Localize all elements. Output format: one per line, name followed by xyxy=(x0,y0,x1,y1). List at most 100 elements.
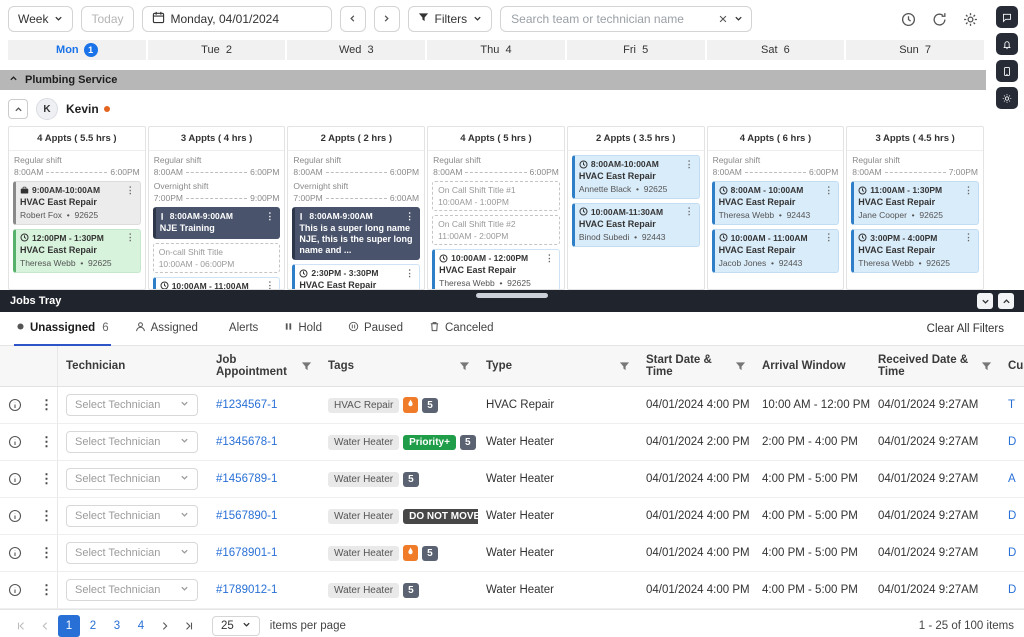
page-button-4[interactable]: 4 xyxy=(130,615,152,637)
customer-link[interactable]: D xyxy=(1008,510,1016,522)
job-appointment-link[interactable]: #1678901-1 xyxy=(216,547,277,559)
technician-select[interactable]: Select Technician xyxy=(66,542,198,564)
appointment-card[interactable]: 8:00AM-9:00AM⋮This is a super long name … xyxy=(292,207,420,260)
section-header-plumbing-service[interactable]: Plumbing Service xyxy=(0,70,986,90)
info-icon[interactable] xyxy=(8,398,22,412)
customer-link[interactable]: D xyxy=(1008,584,1016,596)
technician-select[interactable]: Select Technician xyxy=(66,505,198,527)
first-page-button[interactable] xyxy=(10,615,32,637)
settings-gear-icon[interactable] xyxy=(963,12,978,27)
technician-select[interactable]: Select Technician xyxy=(66,394,198,416)
appointment-card[interactable]: 10:00AM - 11:00AM⋮HVAC East RepairJacob … xyxy=(712,229,840,273)
on-call-shift-block[interactable]: On Call Shift Title #110:00AM - 1:00PM xyxy=(432,181,560,211)
device-icon[interactable] xyxy=(996,60,1018,82)
row-menu-icon[interactable]: ⋮ xyxy=(38,508,55,524)
page-button-3[interactable]: 3 xyxy=(106,615,128,637)
customer-link[interactable]: D xyxy=(1008,436,1016,448)
appointment-card[interactable]: 8:00AM-9:00AM⋮NJE Training xyxy=(153,207,281,239)
card-menu-icon[interactable]: ⋮ xyxy=(265,212,274,221)
on-call-shift-block[interactable]: On Call Shift Title #211:00AM - 2:00PM xyxy=(432,215,560,245)
last-page-button[interactable] xyxy=(178,615,200,637)
chat-icon[interactable] xyxy=(996,6,1018,28)
card-menu-icon[interactable]: ⋮ xyxy=(405,212,414,221)
customer-link[interactable]: T xyxy=(1008,399,1015,411)
row-menu-icon[interactable]: ⋮ xyxy=(38,434,55,450)
appointment-card[interactable]: 10:00AM-11:30AM⋮HVAC East RepairBinod Su… xyxy=(572,203,700,247)
job-appointment-link[interactable]: #1234567-1 xyxy=(216,399,277,411)
job-appointment-link[interactable]: #1567890-1 xyxy=(216,510,277,522)
customer-link[interactable]: D xyxy=(1008,547,1016,559)
appointment-card[interactable]: 11:00AM - 1:30PM⋮HVAC East RepairJane Co… xyxy=(851,181,979,225)
tab-hold[interactable]: Hold xyxy=(282,312,324,346)
filter-funnel-icon[interactable] xyxy=(981,361,992,372)
day-header-mon[interactable]: Mon1 xyxy=(8,40,146,60)
filter-funnel-icon[interactable] xyxy=(619,361,630,372)
row-menu-icon[interactable]: ⋮ xyxy=(38,582,55,598)
day-header-sun[interactable]: Sun 7 xyxy=(846,40,984,60)
card-menu-icon[interactable]: ⋮ xyxy=(126,233,135,242)
tray-expand-button[interactable] xyxy=(998,293,1014,309)
appointment-card[interactable]: 8:00AM - 10:00AM⋮HVAC East RepairTheresa… xyxy=(712,181,840,225)
filter-funnel-icon[interactable] xyxy=(301,361,312,372)
date-picker[interactable]: Monday, 04/01/2024 xyxy=(142,6,332,32)
theme-sun-icon[interactable] xyxy=(996,87,1018,109)
card-menu-icon[interactable]: ⋮ xyxy=(824,233,833,242)
prev-week-button[interactable] xyxy=(340,6,366,32)
today-button[interactable]: Today xyxy=(81,6,133,32)
card-menu-icon[interactable]: ⋮ xyxy=(265,281,274,290)
card-menu-icon[interactable]: ⋮ xyxy=(405,269,414,278)
card-menu-icon[interactable]: ⋮ xyxy=(545,254,554,263)
card-menu-icon[interactable]: ⋮ xyxy=(964,233,973,242)
card-menu-icon[interactable]: ⋮ xyxy=(964,186,973,195)
tab-paused[interactable]: Paused xyxy=(346,312,405,346)
tray-collapse-button[interactable] xyxy=(977,293,993,309)
appointment-card[interactable]: 3:00PM - 4:00PM⋮HVAC East RepairTheresa … xyxy=(851,229,979,273)
filters-button[interactable]: Filters xyxy=(408,6,493,32)
appointment-card[interactable]: 8:00AM-10:00AM⋮HVAC East RepairAnnette B… xyxy=(572,155,700,199)
refresh-icon[interactable] xyxy=(932,12,947,27)
job-appointment-link[interactable]: #1345678-1 xyxy=(216,436,277,448)
day-header-tue[interactable]: Tue 2 xyxy=(148,40,286,60)
info-icon[interactable] xyxy=(8,435,22,449)
collapse-technician-button[interactable] xyxy=(8,99,28,119)
search-input[interactable] xyxy=(509,11,712,27)
next-page-button[interactable] xyxy=(154,615,176,637)
notifications-bell-icon[interactable] xyxy=(996,33,1018,55)
info-icon[interactable] xyxy=(8,472,22,486)
page-button-2[interactable]: 2 xyxy=(82,615,104,637)
appointment-card[interactable]: 2:30PM - 3:30PM⋮HVAC East Repair xyxy=(292,264,420,290)
technician-select[interactable]: Select Technician xyxy=(66,579,198,601)
appointment-card[interactable]: 9:00AM-10:00AM⋮HVAC East RepairRobert Fo… xyxy=(13,181,141,225)
day-header-sat[interactable]: Sat 6 xyxy=(707,40,845,60)
row-menu-icon[interactable]: ⋮ xyxy=(38,397,55,413)
row-menu-icon[interactable]: ⋮ xyxy=(38,545,55,561)
card-menu-icon[interactable]: ⋮ xyxy=(685,160,694,169)
day-header-wed[interactable]: Wed 3 xyxy=(287,40,425,60)
technician-select[interactable]: Select Technician xyxy=(66,431,198,453)
page-size-select[interactable]: 25 xyxy=(212,616,260,636)
clear-all-filters-button[interactable]: Clear All Filters xyxy=(921,322,1010,336)
tab-unassigned[interactable]: Unassigned6 xyxy=(14,312,111,346)
history-clock-icon[interactable] xyxy=(901,12,916,27)
tab-assigned[interactable]: Assigned xyxy=(133,312,200,346)
card-menu-icon[interactable]: ⋮ xyxy=(824,186,833,195)
tab-alerts[interactable]: Alerts xyxy=(222,312,260,346)
technician-select[interactable]: Select Technician xyxy=(66,468,198,490)
info-icon[interactable] xyxy=(8,546,22,560)
job-appointment-link[interactable]: #1456789-1 xyxy=(216,473,277,485)
row-menu-icon[interactable]: ⋮ xyxy=(38,471,55,487)
clear-search-icon[interactable] xyxy=(718,14,728,24)
filter-funnel-icon[interactable] xyxy=(735,361,746,372)
job-appointment-link[interactable]: #1789012-1 xyxy=(216,584,277,596)
page-button-1[interactable]: 1 xyxy=(58,615,80,637)
card-menu-icon[interactable]: ⋮ xyxy=(126,186,135,195)
appointment-card[interactable]: 10:00AM - 11:00AM⋮ xyxy=(153,277,281,290)
tray-drag-handle[interactable] xyxy=(476,293,548,298)
info-icon[interactable] xyxy=(8,509,22,523)
appointment-card[interactable]: 12:00PM - 1:30PM⋮HVAC East RepairTheresa… xyxy=(13,229,141,273)
on-call-shift-block[interactable]: On-call Shift Title10:00AM - 06:00PM xyxy=(153,243,281,273)
filter-funnel-icon[interactable] xyxy=(459,361,470,372)
appointment-card[interactable]: 10:00AM - 12:00PM⋮HVAC East RepairTheres… xyxy=(432,249,560,290)
info-icon[interactable] xyxy=(8,583,22,597)
day-header-thu[interactable]: Thu 4 xyxy=(427,40,565,60)
